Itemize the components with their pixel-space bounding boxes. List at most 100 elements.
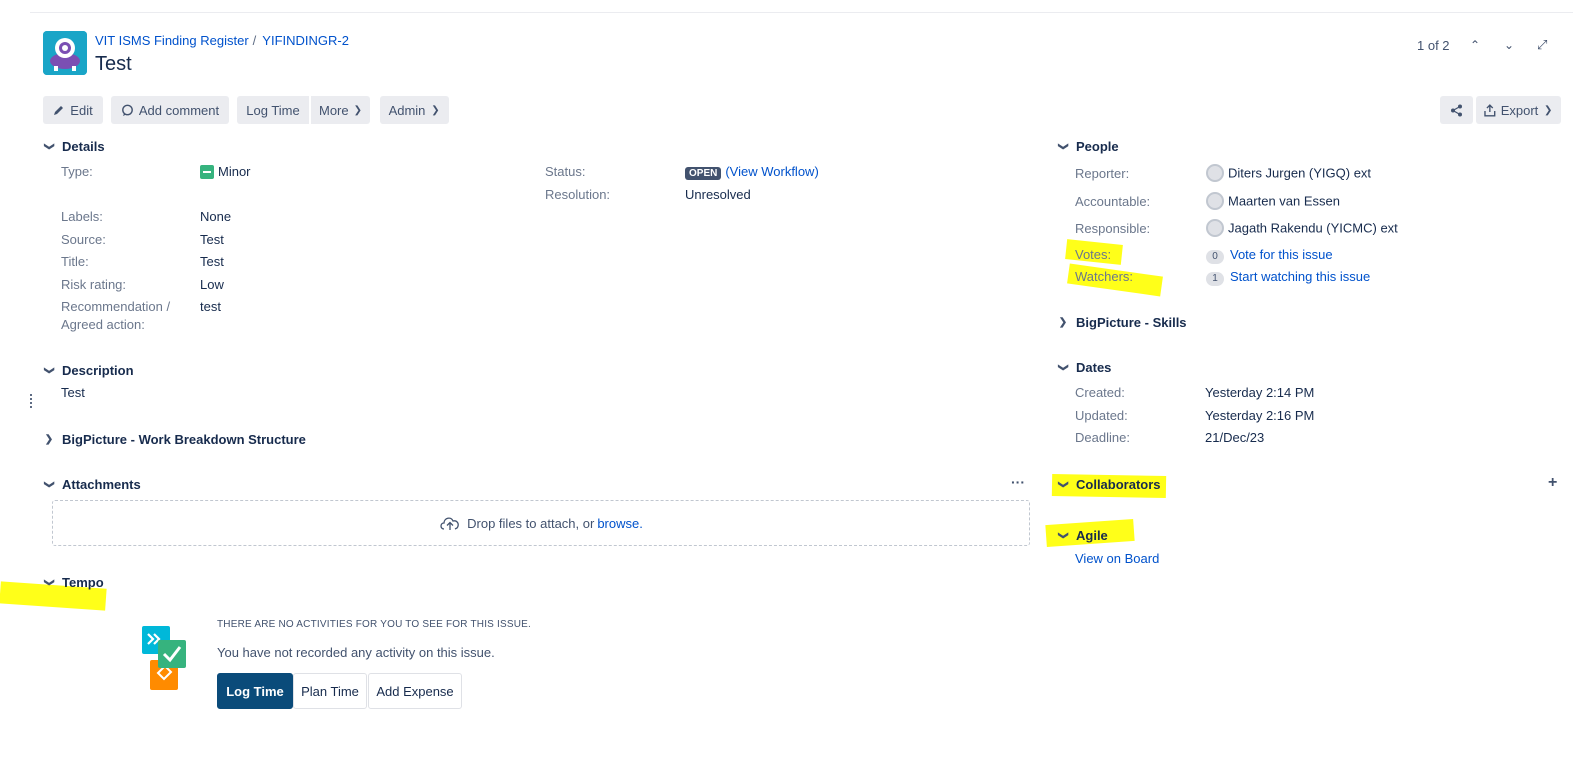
source-value[interactable]: Test [200,232,224,247]
tempo-log-time-button[interactable]: Log Time [217,673,293,709]
watchers-value: 1 Start watching this issue [1206,269,1370,286]
collaborators-section-toggle[interactable]: ❯ Collaborators [1058,477,1161,492]
title-label: Title: [61,254,89,269]
watch-link[interactable]: Start watching this issue [1230,269,1370,284]
risk-rating-label: Risk rating: [61,277,127,292]
votes-count-badge: 0 [1206,250,1224,264]
deadline-value[interactable]: 21/Dec/23 [1205,430,1264,445]
agile-section-toggle[interactable]: ❯ Agile [1058,528,1108,543]
previous-issue-icon[interactable]: ⌃ [1470,38,1480,52]
avatar [1206,219,1224,237]
created-value: Yesterday 2:14 PM [1205,385,1315,400]
deadline-label: Deadline: [1075,430,1130,445]
votes-value: 0 Vote for this issue [1206,247,1333,264]
export-button[interactable]: Export ❯ [1476,96,1561,124]
minor-priority-icon [200,164,214,179]
edit-button[interactable]: Edit [43,96,103,124]
chevron-down-icon: ❯ [1057,531,1069,540]
skills-section-toggle[interactable]: ❯ BigPicture - Skills [1058,315,1187,330]
add-comment-button[interactable]: Add comment [111,96,229,124]
chevron-down-icon: ❯ [43,142,55,151]
tempo-add-expense-button[interactable]: Add Expense [368,673,462,709]
tempo-empty-text: You have not recorded any activity on th… [217,645,495,660]
breadcrumb-issue-key-link[interactable]: YIFINDINGR-2 [262,33,349,48]
description-section-toggle[interactable]: ❯ Description [44,363,134,378]
responsible-value[interactable]: Jagath Rakendu (YICMC) ext [1206,219,1398,238]
more-button[interactable]: More ❯ [311,96,370,124]
add-collaborator-icon[interactable]: + [1548,474,1557,492]
resolution-value: Unresolved [685,187,751,202]
export-icon [1484,103,1496,117]
tempo-empty-title: THERE ARE NO ACTIVITIES FOR YOU TO SEE F… [217,619,532,630]
attachments-more-icon[interactable]: ··· [1011,474,1025,490]
chevron-down-icon: ❯ [431,104,440,116]
dropzone-text: Drop files to attach, or [467,515,595,531]
updated-value: Yesterday 2:16 PM [1205,408,1315,423]
status-badge: OPEN [685,167,722,180]
labels-value[interactable]: None [200,209,231,224]
accountable-label: Accountable: [1075,194,1151,209]
wbs-section-toggle[interactable]: ❯ BigPicture - Work Breakdown Structure [44,432,306,447]
description-text[interactable]: Test [61,385,85,400]
watchers-count-badge: 1 [1206,272,1224,286]
responsible-label: Responsible: [1075,221,1151,236]
page-title: Test [95,53,132,75]
chevron-down-icon: ❯ [43,480,55,489]
recommendation-label-line1: Recommendation / [61,299,171,314]
issue-pager: 1 of 2 [1417,38,1450,53]
chevron-down-icon: ❯ [1543,104,1553,116]
view-on-board-link[interactable]: View on Board [1075,551,1159,566]
browse-link[interactable]: browse. [597,516,643,531]
comment-icon [121,104,133,116]
project-logo-icon [43,31,87,75]
source-label: Source: [61,232,106,247]
risk-rating-value[interactable]: Low [200,277,224,292]
chevron-down-icon: ❯ [43,366,55,375]
people-section-toggle[interactable]: ❯ People [1058,139,1119,154]
resize-handle[interactable] [30,394,32,408]
chevron-down-icon: ❯ [1057,363,1069,372]
labels-label: Labels: [61,209,103,224]
watchers-label: Watchers: [1075,269,1134,284]
chevron-right-icon: ❯ [1058,317,1068,328]
tempo-section-toggle[interactable]: ❯ Tempo [44,575,104,590]
dates-section-toggle[interactable]: ❯ Dates [1057,360,1112,375]
type-label: Type: [61,164,93,179]
chevron-down-icon: ❯ [1057,142,1069,151]
vote-link[interactable]: Vote for this issue [1230,247,1333,262]
chevron-right-icon: ❯ [44,434,54,445]
recommendation-label-line2: Agreed action: [61,317,145,332]
chevron-down-icon: ❯ [1057,480,1069,489]
log-time-button[interactable]: Log Time [237,96,309,124]
recommendation-value[interactable]: test [200,299,221,314]
attachments-section-toggle[interactable]: ❯ Attachments [44,477,141,492]
share-button[interactable] [1440,96,1473,124]
breadcrumb: VIT ISMS Finding Register / YIFINDINGR-2 [95,33,349,48]
status-value: OPEN (View Workflow) [685,164,819,180]
admin-button[interactable]: Admin ❯ [380,96,449,124]
next-issue-icon[interactable]: ⌄ [1504,38,1514,52]
tempo-illustration-icon [140,626,186,692]
avatar [1206,164,1224,182]
chevron-down-icon: ❯ [353,104,363,116]
reporter-label: Reporter: [1075,166,1130,181]
project-avatar[interactable] [43,31,87,75]
breadcrumb-project-link[interactable]: VIT ISMS Finding Register [95,33,249,48]
reporter-value[interactable]: Diters Jurgen (YIGQ) ext [1206,164,1371,183]
updated-label: Updated: [1075,408,1128,423]
accountable-value[interactable]: Maarten van Essen [1206,192,1340,211]
expand-icon[interactable]: ⤢ [1537,37,1547,53]
title-value[interactable]: Test [200,254,224,269]
details-section-toggle[interactable]: ❯ Details [44,139,105,154]
created-label: Created: [1075,385,1125,400]
avatar [1206,192,1224,210]
upload-cloud-icon [440,517,459,530]
attachment-dropzone[interactable]: Drop files to attach, or browse. [52,500,1030,546]
votes-label: Votes: [1075,247,1112,262]
type-value: Minor [200,164,251,179]
header-divider [30,12,1573,13]
pencil-icon [54,106,64,115]
view-workflow-link[interactable]: (View Workflow) [725,164,818,179]
share-icon [1451,104,1462,116]
tempo-plan-time-button[interactable]: Plan Time [293,673,367,709]
